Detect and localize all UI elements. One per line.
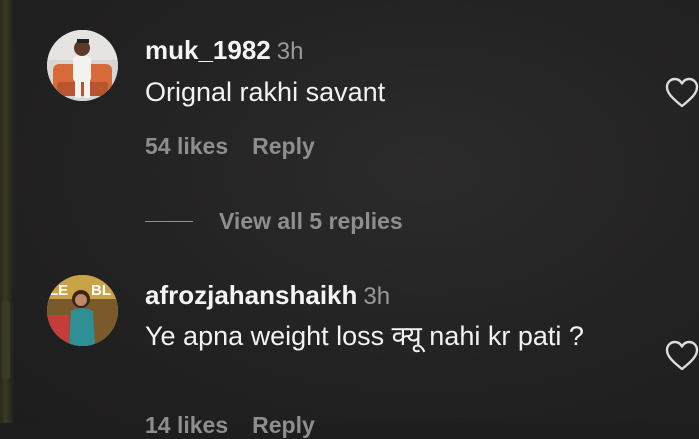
comment-text: Orignal rakhi savant [145,77,386,107]
comment-actions: 54 likes Reply [145,133,339,160]
likes-count[interactable]: 54 likes [145,133,228,159]
view-replies-toggle[interactable]: View all 5 replies [145,206,403,236]
likes-count[interactable]: 14 likes [145,412,228,438]
comment-timestamp: 3h [276,38,304,65]
comment-username[interactable]: muk_1982 3h [145,35,303,66]
view-replies-label[interactable]: View all 5 replies [219,208,403,235]
avatar[interactable]: LE BL [47,275,118,346]
svg-text:LE: LE [49,282,68,299]
comments-panel: muk_1982 3h Orignal rakhi savant 54 likes… [14,0,699,438]
reply-button[interactable]: Reply [252,133,315,159]
background-strip [0,0,14,423]
comment-timestamp: 3h [363,283,391,310]
comment-text: Ye apna weight loss क्यू nahi kr pati ? [145,321,584,351]
heart-outline-icon[interactable] [665,77,699,109]
heart-outline-icon[interactable] [665,340,699,372]
comment-actions: 14 likes Reply [145,412,339,439]
reply-button[interactable]: Reply [252,412,315,438]
comment-username[interactable]: afrozjahanshaikh 3h [145,280,390,311]
replies-divider-line [145,220,193,222]
avatar[interactable] [47,30,118,101]
svg-text:BL: BL [91,282,111,299]
